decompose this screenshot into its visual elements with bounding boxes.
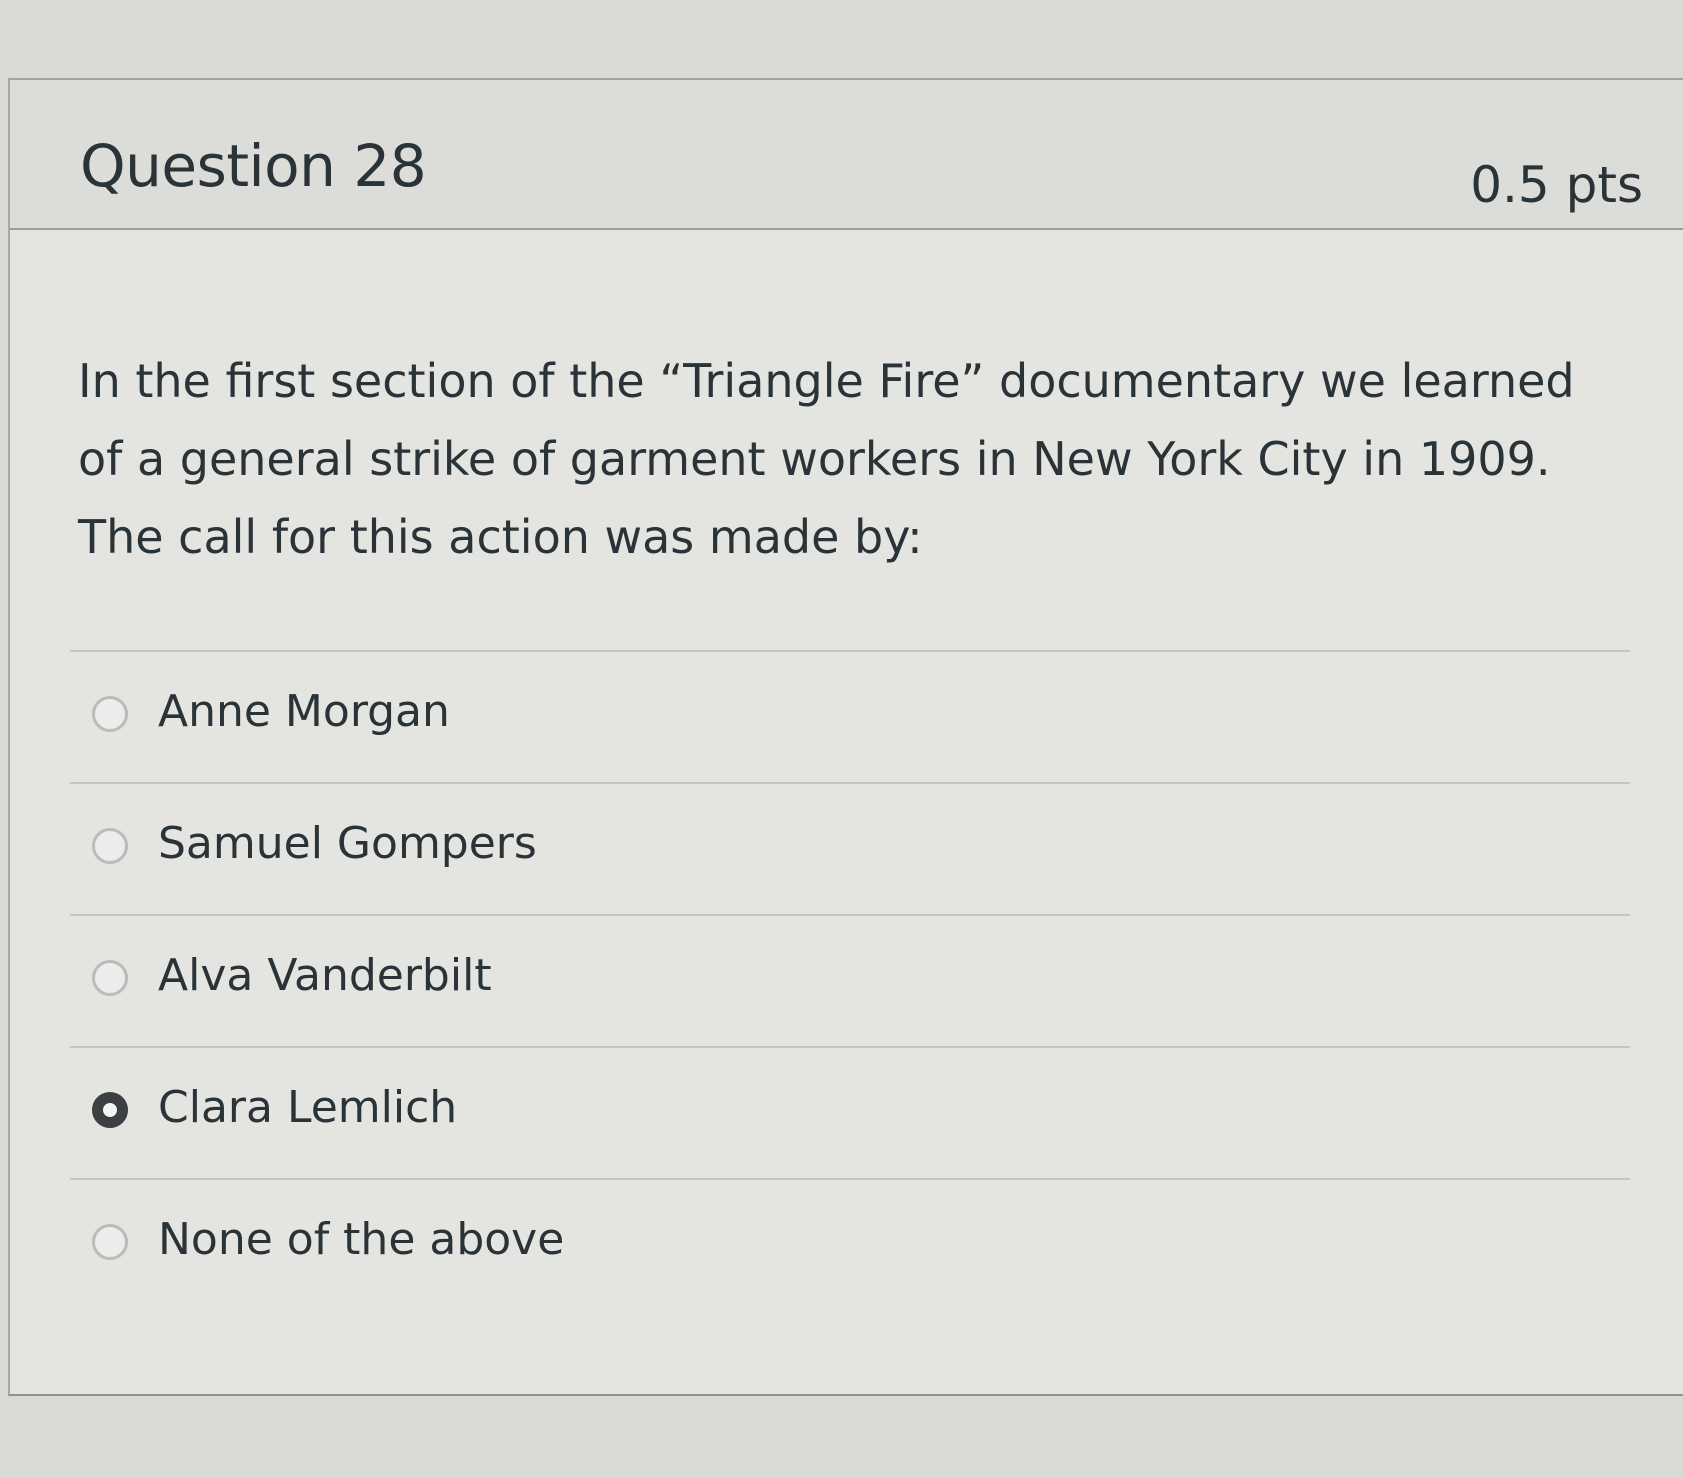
answer-label[interactable]: Samuel Gompers — [158, 818, 537, 869]
question-header: Question 28 0.5 pts — [10, 80, 1683, 230]
answer-label[interactable]: None of the above — [158, 1214, 564, 1265]
question-text: In the first section of the “Triangle Fi… — [78, 354, 1575, 564]
question-points: 0.5 pts — [1470, 156, 1643, 214]
answer-option-clara-lemlich[interactable]: Clara Lemlich — [70, 1046, 1630, 1178]
radio-button[interactable] — [92, 1224, 128, 1260]
answer-option-none-of-the-above[interactable]: None of the above — [70, 1178, 1630, 1310]
answer-label[interactable]: Alva Vanderbilt — [158, 950, 492, 1001]
radio-button[interactable] — [92, 1092, 128, 1128]
answer-option-anne-morgan[interactable]: Anne Morgan — [70, 650, 1630, 782]
answer-option-alva-vanderbilt[interactable]: Alva Vanderbilt — [70, 914, 1630, 1046]
question-card: Question 28 0.5 pts In the first section… — [8, 78, 1683, 1396]
radio-button[interactable] — [92, 960, 128, 996]
question-title: Question 28 — [80, 132, 427, 200]
answer-label[interactable]: Clara Lemlich — [158, 1082, 457, 1133]
radio-button[interactable] — [92, 696, 128, 732]
answer-label[interactable]: Anne Morgan — [158, 686, 450, 737]
answer-option-samuel-gompers[interactable]: Samuel Gompers — [70, 782, 1630, 914]
radio-button[interactable] — [92, 828, 128, 864]
answer-list: Anne Morgan Samuel Gompers Alva Vanderbi… — [70, 650, 1630, 1310]
